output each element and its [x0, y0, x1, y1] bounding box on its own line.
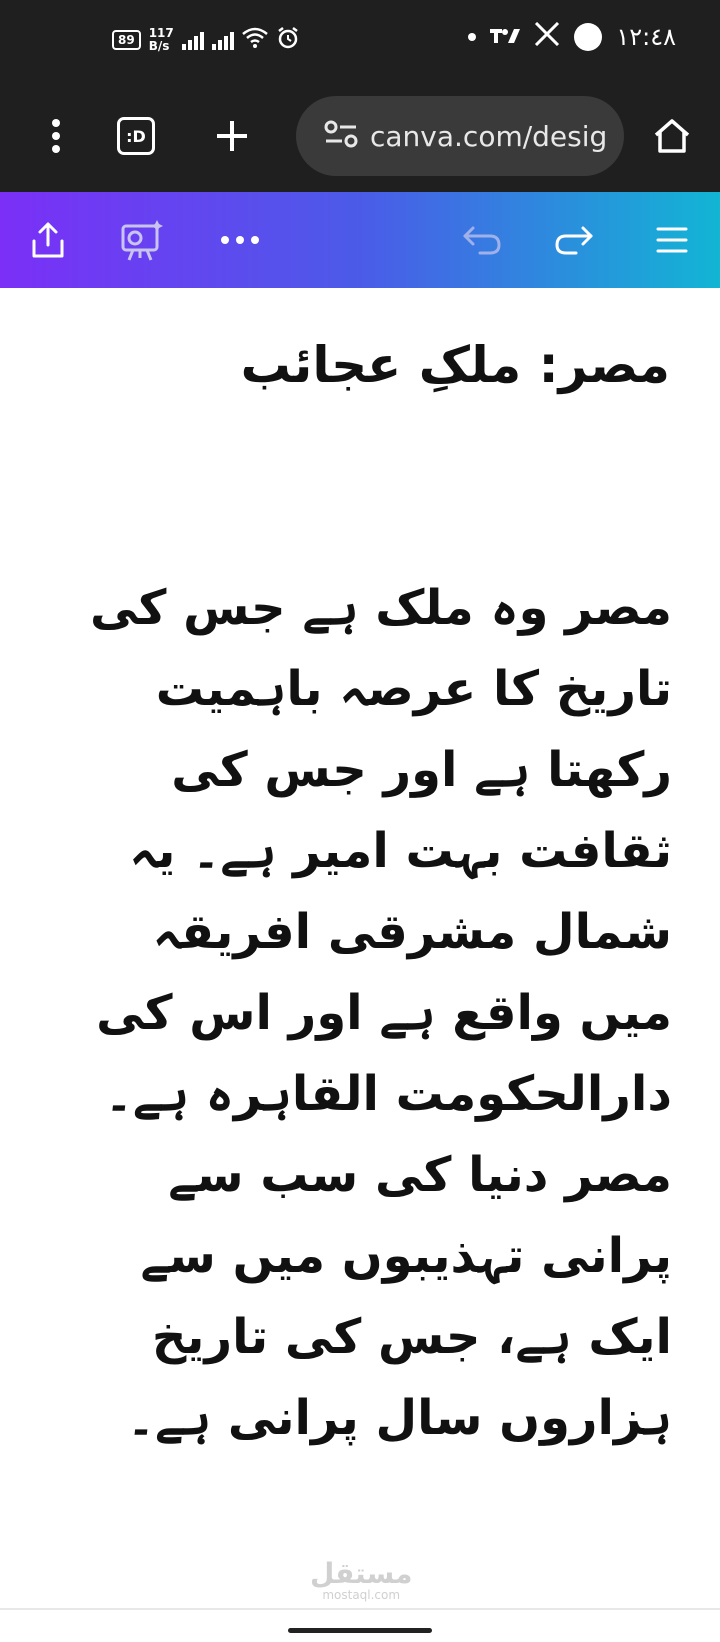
- body-line: ہزاروں سال پرانی ہے۔: [126, 1390, 672, 1446]
- speed-value: 117: [148, 26, 174, 40]
- share-icon[interactable]: [24, 216, 72, 264]
- menu-dots-icon[interactable]: [28, 108, 84, 164]
- status-left: 89 117 B/s: [112, 26, 300, 54]
- menu-icon[interactable]: [648, 216, 696, 264]
- watermark-arabic: مستقل: [310, 1557, 413, 1590]
- speed-unit: B/s: [148, 39, 170, 53]
- body-line: رکھتا ہے اور جس کی: [171, 742, 672, 798]
- tabs-icon: :D: [117, 117, 155, 155]
- status-right: ١٢:٤٨: [468, 21, 676, 52]
- body-line: دارالحکومت القاہرہ ہے۔: [104, 1066, 672, 1122]
- canva-toolbar: [0, 192, 720, 288]
- present-icon[interactable]: [118, 216, 166, 264]
- browser-toolbar: :D canva.com/desig: [0, 80, 720, 192]
- watermark-latin: mostaql.com: [322, 1588, 401, 1602]
- body-line: میں واقع ہے اور اس کی: [96, 985, 672, 1041]
- body-line: مصر دنیا کی سب سے: [168, 1147, 672, 1203]
- circle-icon: [574, 23, 603, 51]
- site-settings-icon[interactable]: [324, 120, 358, 152]
- x-app-icon: [534, 21, 560, 52]
- body-line: مصر وہ ملک ہے جس کی: [89, 580, 672, 636]
- home-handle[interactable]: [288, 1628, 432, 1633]
- address-bar[interactable]: canva.com/desig: [296, 96, 624, 176]
- body-line: ثقافت بہت امیر ہے۔ یہ: [129, 823, 672, 879]
- status-bar: 89 117 B/s ١٢:٤٨: [0, 0, 720, 80]
- redo-icon[interactable]: [550, 216, 598, 264]
- home-icon[interactable]: [644, 108, 700, 164]
- tabs-button[interactable]: :D: [108, 108, 164, 164]
- body-line: پرانی تہذیبوں میں سے: [140, 1228, 672, 1284]
- undo-icon[interactable]: [458, 216, 506, 264]
- alarm-icon: [276, 26, 300, 54]
- network-speed: 117 B/s: [149, 27, 174, 53]
- watermark: مستقل mostaql.com: [310, 1557, 413, 1603]
- body-line: شمال مشرقی افریقہ: [152, 904, 672, 960]
- wifi-icon: [241, 27, 268, 53]
- plus-icon: [217, 121, 247, 151]
- url-text: canva.com/desig: [370, 119, 608, 153]
- battery-icon: 89: [112, 30, 141, 50]
- document-body[interactable]: مصر وہ ملک ہے جس کی تاریخ کا عرصہ باہمیت…: [42, 568, 672, 1459]
- body-line: تاریخ کا عرصہ باہمیت: [155, 661, 672, 717]
- page-title[interactable]: مصر: ملکِ عجائب: [241, 336, 670, 394]
- signal-icon: [211, 30, 234, 50]
- system-nav-bar: [0, 1608, 720, 1642]
- trading-app-icon: [490, 23, 521, 51]
- dot-icon: [468, 33, 477, 41]
- body-line: ایک ہے، جس کی تاریخ: [151, 1309, 672, 1365]
- new-tab-button[interactable]: [204, 108, 260, 164]
- more-icon[interactable]: [216, 216, 264, 264]
- signal-icon: [181, 30, 204, 50]
- clock-time: ١٢:٤٨: [616, 23, 676, 51]
- document-canvas[interactable]: مصر: ملکِ عجائب مصر وہ ملک ہے جس کی تاری…: [0, 288, 720, 1608]
